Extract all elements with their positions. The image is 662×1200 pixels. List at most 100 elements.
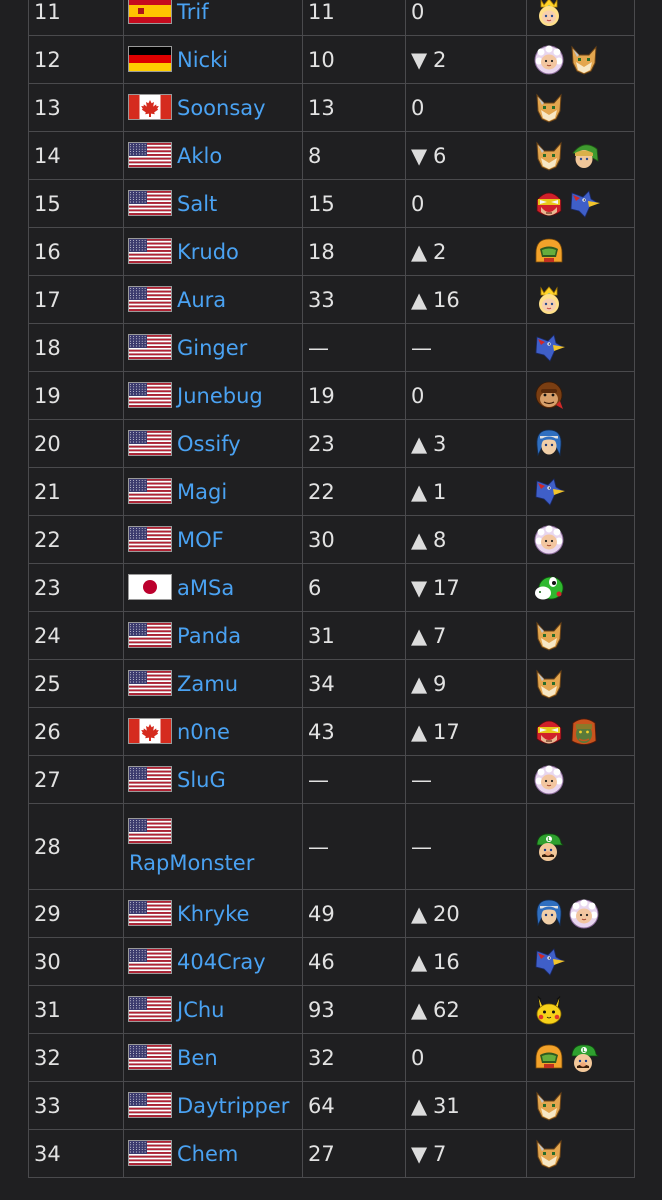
player-link[interactable]: Daytripper — [177, 1094, 289, 1118]
characters-cell — [526, 889, 635, 938]
player-cell: Soonsay — [123, 83, 303, 132]
usa-flag — [129, 1093, 171, 1117]
rank-change-cell: 0 — [405, 179, 527, 228]
rank-number: 17 — [34, 287, 61, 312]
ice-climbers-icon — [567, 897, 601, 931]
previous-rank: 43 — [308, 719, 335, 744]
captain-falcon-icon — [532, 715, 566, 749]
player-link[interactable]: Junebug — [177, 384, 263, 408]
characters-cell — [526, 179, 635, 228]
rank-cell: 22 — [28, 515, 124, 564]
characters-cell: L — [526, 1033, 635, 1082]
falco-icon — [532, 475, 566, 509]
player-link[interactable]: Ben — [177, 1046, 218, 1070]
player-link[interactable]: Panda — [177, 624, 241, 648]
previous-rank-cell: 10 — [302, 35, 406, 84]
ice-climbers-icon — [532, 763, 566, 797]
player-link[interactable]: Ginger — [177, 336, 247, 360]
rank-change-value: 1 — [433, 479, 447, 504]
player-link[interactable]: Salt — [177, 192, 217, 216]
player-link[interactable]: SluG — [177, 768, 226, 792]
rank-change-cell: ▼ 7 — [405, 1129, 527, 1178]
player-link[interactable]: JChu — [177, 998, 224, 1022]
player-cell: JChu — [123, 985, 303, 1034]
player-link[interactable]: Chem — [177, 1142, 238, 1166]
player-cell: Ben — [123, 1033, 303, 1082]
player-link[interactable]: Ossify — [177, 432, 241, 456]
characters-cell — [526, 563, 635, 612]
rank-cell: 19 — [28, 371, 124, 420]
spain-flag — [129, 0, 171, 23]
rank-cell: 11 — [28, 0, 124, 36]
rank-change-value: 0 — [411, 383, 425, 408]
rank-number: 18 — [34, 335, 61, 360]
character-icons — [532, 0, 629, 29]
falco-icon — [567, 187, 601, 221]
character-icons — [532, 667, 629, 701]
up-arrow-icon: ▲ — [411, 479, 428, 504]
table-row: 27 SluG — — — [28, 755, 635, 804]
player-link[interactable]: Krudo — [177, 240, 239, 264]
previous-rank: 10 — [308, 47, 335, 72]
previous-rank-cell: 64 — [302, 1081, 406, 1130]
characters-cell — [526, 1081, 635, 1130]
table-row: 29 Khryke 49 ▲ 20 — [28, 889, 635, 938]
player-link[interactable]: MOF — [177, 528, 224, 552]
player-link[interactable]: Zamu — [177, 672, 238, 696]
player-link[interactable]: Magi — [177, 480, 227, 504]
player-link[interactable]: Trif — [177, 0, 209, 24]
player-cell: MOF — [123, 515, 303, 564]
up-arrow-icon: ▲ — [411, 431, 428, 456]
table-row: 25 Zamu 34 ▲ 9 — [28, 659, 635, 708]
rank-cell: 30 — [28, 937, 124, 986]
player-link[interactable]: Nicki — [177, 48, 228, 72]
player-link[interactable]: 404Cray — [177, 950, 266, 974]
characters-cell — [526, 1129, 635, 1178]
player-link[interactable]: Soonsay — [177, 96, 266, 120]
up-arrow-icon: ▲ — [411, 1093, 428, 1118]
rank-change-value: 0 — [411, 191, 425, 216]
character-icons — [532, 379, 629, 413]
player-cell: Khryke — [123, 889, 303, 938]
usa-flag — [129, 527, 171, 551]
rank-cell: 33 — [28, 1081, 124, 1130]
characters-cell — [526, 227, 635, 276]
rankings-table-body: 11 Trif 11 0 12 Nicki 10 ▼ 2 13 Soonsay 13 0 14 Aklo 8 ▼… — [28, 0, 635, 1178]
rank-change-value: 2 — [433, 47, 447, 72]
player-link[interactable]: RapMonster — [129, 851, 254, 875]
rank-change-value: 0 — [411, 95, 425, 120]
usa-flag — [129, 997, 171, 1021]
usa-flag — [129, 335, 171, 359]
character-icons — [532, 945, 629, 979]
rank-change-value: — — [411, 767, 432, 792]
rank-number: 32 — [34, 1045, 61, 1070]
rank-change-cell: ▲ 16 — [405, 937, 527, 986]
table-row: 24 Panda 31 ▲ 7 — [28, 611, 635, 660]
player-link[interactable]: Aklo — [177, 144, 222, 168]
rank-change-cell: 0 — [405, 371, 527, 420]
previous-rank: 31 — [308, 623, 335, 648]
rank-number: 15 — [34, 191, 61, 216]
table-row: 15 Salt 15 0 — [28, 179, 635, 228]
character-icons: L — [532, 830, 629, 864]
previous-rank: 49 — [308, 901, 335, 926]
table-row: 14 Aklo 8 ▼ 6 — [28, 131, 635, 180]
rank-change-cell: ▲ 9 — [405, 659, 527, 708]
rank-change-value: 2 — [433, 239, 447, 264]
player-cell: SluG — [123, 755, 303, 804]
luigi-icon: L — [567, 1041, 601, 1075]
player-link[interactable]: aMSa — [177, 576, 234, 600]
player-link[interactable]: Aura — [177, 288, 226, 312]
rank-change-value: 16 — [433, 287, 460, 312]
player-link[interactable]: n0ne — [177, 720, 230, 744]
up-arrow-icon: ▲ — [411, 239, 428, 264]
down-arrow-icon: ▼ — [411, 575, 428, 600]
rank-change-value: 9 — [433, 671, 447, 696]
table-row: 11 Trif 11 0 — [28, 0, 635, 36]
falco-icon — [532, 945, 566, 979]
table-row: 21 Magi 22 ▲ 1 — [28, 467, 635, 516]
rank-number: 13 — [34, 95, 61, 120]
rank-cell: 16 — [28, 227, 124, 276]
player-cell: Daytripper — [123, 1081, 303, 1130]
player-link[interactable]: Khryke — [177, 902, 249, 926]
